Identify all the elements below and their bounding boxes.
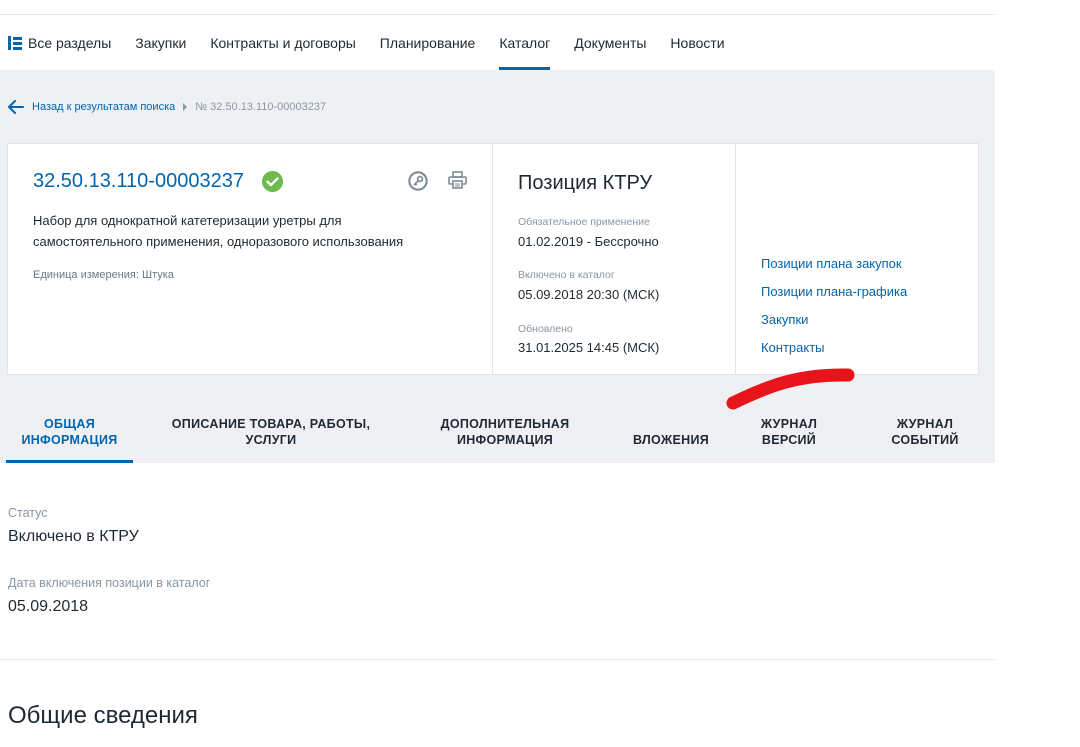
nav-item-purchases[interactable]: Закупки — [135, 15, 186, 70]
breadcrumb: Назад к результатам поиска № 32.50.13.11… — [8, 100, 326, 114]
printer-icon[interactable] — [448, 171, 467, 189]
ktru-title: Позиция КТРУ — [518, 172, 653, 194]
nav-item-news[interactable]: Новости — [670, 15, 724, 70]
position-card: 32.50.13.110-00003237 Набор для однократ… — [7, 143, 979, 375]
tab-label-line1: ЖУРНАЛ — [760, 416, 818, 431]
included-label: Включено в каталог — [518, 269, 615, 281]
plan-positions-link[interactable]: Позиции плана закупок — [761, 256, 902, 271]
card-ktru-column: Позиция КТРУ Обязательное применение 01.… — [493, 144, 736, 374]
tab-label-line2: ИНФОРМАЦИЯ — [456, 432, 554, 447]
tab-label-line2: УСЛУГИ — [245, 432, 297, 447]
mandatory-label: Обязательное применение — [518, 216, 650, 228]
breadcrumb-separator — [183, 103, 188, 111]
tab-general-info[interactable]: ОБЩАЯ ИНФОРМАЦИЯ — [6, 400, 133, 463]
tab-version-log[interactable]: ЖУРНАЛ ВЕРСИЙ — [740, 400, 838, 463]
nav-item-planning[interactable]: Планирование — [380, 15, 476, 70]
unit-of-measure: Единица измерения: Штука — [33, 269, 174, 281]
updated-label: Обновлено — [518, 323, 573, 335]
tab-event-log[interactable]: ЖУРНАЛ СОБЫТИЙ — [876, 400, 974, 463]
status-label: Статус — [8, 506, 48, 520]
tab-description[interactable]: ОПИСАНИЕ ТОВАРА, РАБОТЫ, УСЛУГИ — [160, 400, 382, 463]
tab-label-line2: ИНФОРМАЦИЯ — [21, 432, 118, 447]
arrow-left-icon[interactable] — [8, 100, 24, 114]
grid-icon — [8, 35, 22, 50]
inclusion-date-label: Дата включения позиции в каталог — [8, 576, 211, 590]
breadcrumb-current: № 32.50.13.110-00003237 — [195, 101, 327, 113]
section-divider — [0, 659, 995, 660]
main-nav: Все разделы Закупки Контракты и договоры… — [0, 15, 995, 70]
inclusion-date-value: 05.09.2018 — [8, 598, 89, 615]
purchases-link[interactable]: Закупки — [761, 312, 808, 327]
general-section-title: Общие сведения — [8, 702, 198, 729]
position-description: Набор для однократной катетеризации урет… — [33, 213, 404, 249]
nav-item-contracts[interactable]: Контракты и договоры — [210, 15, 355, 70]
card-main-column: 32.50.13.110-00003237 Набор для однократ… — [8, 144, 493, 374]
tab-attachments[interactable]: ВЛОЖЕНИЯ — [622, 400, 720, 463]
updated-value: 31.01.2025 14:45 (МСК) — [518, 340, 660, 355]
position-code[interactable]: 32.50.13.110-00003237 — [33, 170, 244, 193]
nav-item-all-sections[interactable]: Все разделы — [8, 15, 111, 70]
schedule-positions-link[interactable]: Позиции плана-графика — [761, 284, 907, 299]
nav-item-documents[interactable]: Документы — [574, 15, 646, 70]
card-links-column: Позиции плана закупок Позиции плана-граф… — [736, 144, 978, 374]
nav-item-catalog[interactable]: Каталог — [499, 15, 550, 70]
tab-label-line1: ДОПОЛНИТЕЛЬНАЯ — [440, 416, 570, 431]
status-value: Включено в КТРУ — [8, 528, 139, 545]
tab-label-line1: ВЛОЖЕНИЯ — [632, 432, 710, 447]
tab-label-line1: ЖУРНАЛ — [896, 416, 954, 431]
check-circle-icon — [262, 171, 283, 192]
back-to-results-link[interactable]: Назад к результатам поиска — [32, 101, 175, 113]
tab-label-line1: ОПИСАНИЕ ТОВАРА, РАБОТЫ, — [171, 416, 371, 431]
tab-additional-info[interactable]: ДОПОЛНИТЕЛЬНАЯ ИНФОРМАЦИЯ — [425, 400, 585, 463]
contracts-link[interactable]: Контракты — [761, 340, 825, 355]
tab-label-line1: ОБЩАЯ — [44, 416, 95, 431]
tab-label-line2: СОБЫТИЙ — [891, 432, 959, 447]
tab-bar: ОБЩАЯ ИНФОРМАЦИЯ ОПИСАНИЕ ТОВАРА, РАБОТЫ,… — [0, 400, 995, 463]
included-value: 05.09.2018 20:30 (МСК) — [518, 287, 660, 302]
key-icon[interactable] — [408, 171, 428, 191]
tab-label-line2: ВЕРСИЙ — [761, 432, 817, 447]
nav-item-label: Все разделы — [28, 34, 112, 51]
mandatory-value: 01.02.2019 - Бессрочно — [518, 234, 659, 249]
